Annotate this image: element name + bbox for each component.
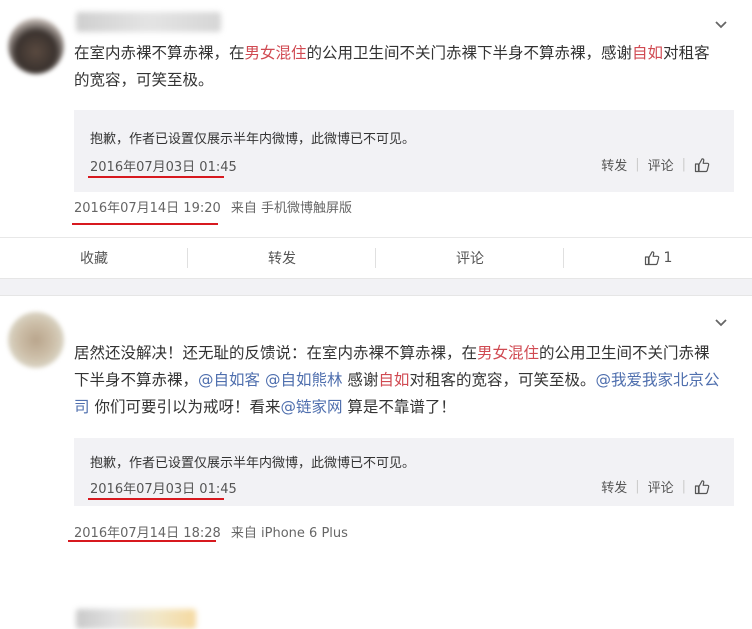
action-bar: 收藏 转发 评论 1	[0, 237, 752, 278]
chevron-down-icon[interactable]	[714, 18, 728, 32]
keyword-highlight[interactable]: 男女混住	[245, 44, 307, 62]
text-segment: 对租客的宽容，可笑至极。	[409, 371, 596, 389]
keyword-highlight[interactable]: 男女混住	[477, 344, 539, 362]
text-segment: 在室内赤裸不算赤裸，在	[74, 44, 245, 62]
username-blurred[interactable]	[76, 609, 196, 629]
feed-separator	[0, 278, 752, 296]
repost-forward-button[interactable]: 转发	[601, 477, 627, 496]
avatar[interactable]	[8, 312, 64, 368]
divider: |	[635, 157, 640, 172]
weibo-post-2: 居然还没解决！还无耻的反馈说：在室内赤裸不算赤裸，在男女混住的公用卫生间不关门赤…	[0, 296, 752, 629]
repost-box: 抱歉，作者已设置仅展示半年内微博，此微博已不可见。 2016年07月03日 01…	[74, 438, 734, 506]
text-segment: 感谢	[342, 371, 379, 389]
repost-actions: 转发 | 评论 |	[601, 477, 710, 496]
red-underline	[72, 223, 218, 225]
thumbs-up-icon[interactable]	[694, 157, 710, 173]
favorite-label: 收藏	[80, 251, 108, 267]
divider: |	[681, 479, 686, 494]
repost-notice: 抱歉，作者已设置仅展示半年内微博，此微博已不可见。	[90, 132, 416, 147]
repost-time[interactable]: 2016年07月03日 01:45	[90, 156, 237, 175]
divider: |	[681, 157, 686, 172]
post-source: 来自 手机微博触屏版	[230, 201, 353, 216]
mention-link[interactable]: @自如熊林	[265, 371, 343, 389]
repost-actions: 转发 | 评论 |	[601, 155, 710, 174]
repost-comment-button[interactable]: 评论	[648, 477, 674, 496]
repost-time[interactable]: 2016年07月03日 01:45	[90, 478, 237, 497]
favorite-button[interactable]: 收藏	[0, 238, 188, 278]
post-time[interactable]: 2016年07月14日 18:28	[74, 526, 221, 541]
keyword-highlight[interactable]: 自如	[378, 371, 409, 389]
text-segment: 你们可要引以为戒呀！看来	[89, 398, 281, 416]
post-text: 居然还没解决！还无耻的反馈说：在室内赤裸不算赤裸，在男女混住的公用卫生间不关门赤…	[74, 340, 724, 421]
comment-button[interactable]: 评论	[376, 238, 564, 278]
weibo-post-1: 在室内赤裸不算赤裸，在男女混住的公用卫生间不关门赤裸下半身不算赤裸，感谢自如对租…	[0, 0, 752, 278]
like-count: 1	[663, 250, 673, 266]
repost-comment-button[interactable]: 评论	[648, 155, 674, 174]
thumbs-up-icon[interactable]	[694, 479, 710, 495]
post-meta: 2016年07月14日 18:28 来自 iPhone 6 Plus	[74, 522, 348, 541]
divider: |	[635, 479, 640, 494]
forward-button[interactable]: 转发	[188, 238, 376, 278]
chevron-down-icon[interactable]	[714, 316, 728, 330]
thumbs-up-icon	[644, 251, 659, 266]
text-segment: 算是不靠谱了！	[342, 398, 456, 416]
post-text: 在室内赤裸不算赤裸，在男女混住的公用卫生间不关门赤裸下半身不算赤裸，感谢自如对租…	[74, 40, 724, 94]
like-button[interactable]: 1	[564, 238, 752, 278]
red-underline	[68, 540, 216, 542]
repost-forward-button[interactable]: 转发	[601, 155, 627, 174]
keyword-highlight[interactable]: 自如	[632, 44, 663, 62]
text-segment: 居然还没解决！还无耻的反馈说：在室内赤裸不算赤裸，在	[74, 344, 478, 362]
repost-box: 抱歉，作者已设置仅展示半年内微博，此微博已不可见。 2016年07月03日 01…	[74, 110, 734, 192]
red-underline	[88, 176, 224, 178]
post-time[interactable]: 2016年07月14日 19:20	[74, 201, 221, 216]
repost-notice: 抱歉，作者已设置仅展示半年内微博，此微博已不可见。	[90, 456, 416, 471]
post-source: 来自 iPhone 6 Plus	[230, 526, 348, 541]
comment-label: 评论	[456, 251, 484, 267]
post-meta: 2016年07月14日 19:20 来自 手机微博触屏版	[74, 197, 352, 216]
avatar[interactable]	[8, 18, 64, 74]
mention-link[interactable]: @自如客	[198, 371, 260, 389]
username-blurred[interactable]	[76, 12, 221, 32]
forward-label: 转发	[268, 251, 296, 267]
text-segment: 的公用卫生间不关门赤裸下半身不算赤裸，感谢	[306, 44, 633, 62]
mention-link[interactable]: @链家网	[280, 398, 342, 416]
red-underline	[88, 498, 224, 500]
